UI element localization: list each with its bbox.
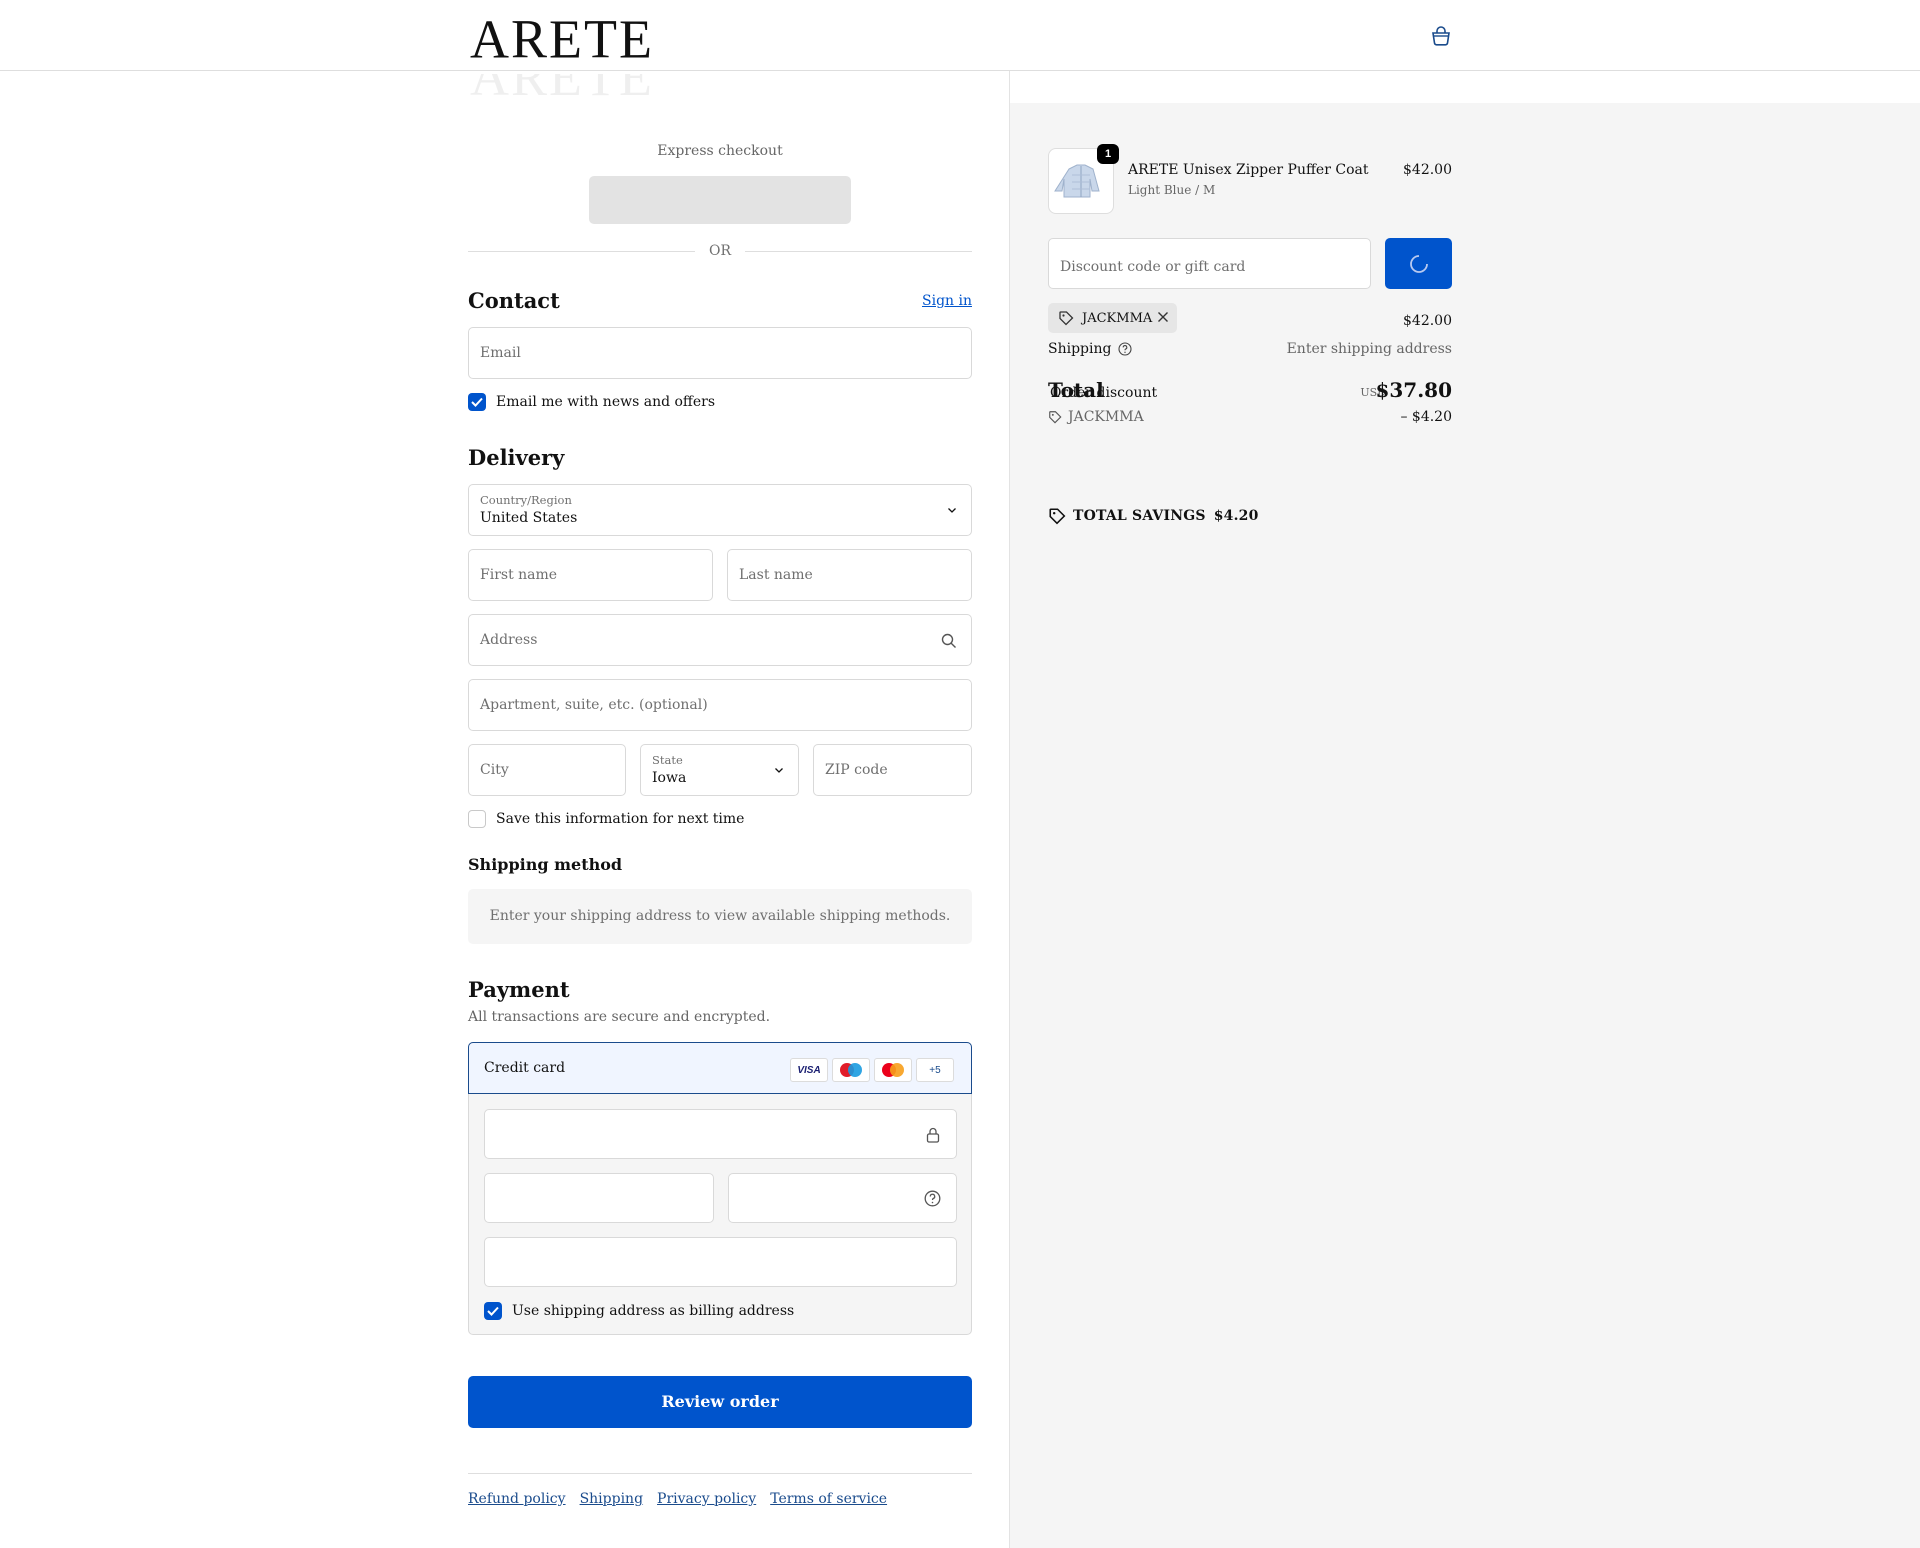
sign-in-link[interactable]: Sign in <box>922 293 972 309</box>
payment-heading: Payment <box>468 977 570 1002</box>
brand-logo[interactable]: ARETE <box>470 7 654 70</box>
shipping-label: Shipping <box>1048 341 1112 357</box>
discount-placeholder: Discount code or gift card <box>1060 259 1246 275</box>
discount-amount: – $4.20 <box>1400 409 1452 425</box>
tag-icon <box>1049 508 1066 525</box>
shopping-bag-icon[interactable] <box>1430 26 1452 46</box>
state-select[interactable]: State Iowa <box>640 744 799 796</box>
product-variant: Light Blue / M <box>1128 183 1216 197</box>
save-info-checkbox[interactable] <box>468 810 486 828</box>
more-cards-badge: +5 <box>916 1058 954 1082</box>
first-name-placeholder: First name <box>480 567 558 583</box>
credit-card-option[interactable]: Credit card VISA +5 <box>468 1042 972 1094</box>
total-savings-value: $4.20 <box>1213 508 1259 524</box>
applied-code-text: JACKMMA <box>1082 310 1153 326</box>
last-name-field[interactable]: Last name <box>727 549 972 601</box>
search-icon <box>941 633 956 648</box>
product-name: ARETE Unisex Zipper Puffer Coat <box>1128 162 1369 178</box>
express-checkout-button[interactable] <box>589 176 851 224</box>
chevron-down-icon <box>948 508 956 513</box>
credit-card-panel: Credit card VISA +5 Use shipping address… <box>468 1042 972 1335</box>
state-value: Iowa <box>652 770 687 786</box>
shipping-method-heading: Shipping method <box>468 855 623 874</box>
state-label: State <box>652 753 683 767</box>
check-icon <box>487 1306 499 1316</box>
total-label: Total <box>1048 378 1104 402</box>
review-order-button[interactable]: Review order <box>468 1376 972 1428</box>
card-number-input[interactable] <box>484 1109 957 1159</box>
billing-checkbox[interactable] <box>484 1302 502 1320</box>
maestro-icon <box>832 1058 870 1082</box>
credit-card-label: Credit card <box>484 1060 566 1076</box>
subtotal-value: $42.00 <box>1403 313 1452 329</box>
total-savings: TOTAL SAVINGS $4.20 <box>1048 507 1259 525</box>
news-checkbox[interactable] <box>468 393 486 411</box>
security-code-input[interactable] <box>728 1173 957 1223</box>
product-price: $42.00 <box>1403 162 1452 178</box>
billing-checkbox-row[interactable]: Use shipping address as billing address <box>484 1302 794 1320</box>
first-name-field[interactable]: First name <box>468 549 713 601</box>
discount-code-input[interactable]: Discount code or gift card <box>1048 238 1371 289</box>
help-icon[interactable] <box>924 1190 941 1207</box>
quantity-badge: 1 <box>1097 144 1119 164</box>
city-field[interactable]: City <box>468 744 626 796</box>
loading-spinner-icon <box>1410 255 1428 273</box>
shipping-link[interactable]: Shipping <box>580 1491 643 1507</box>
check-icon <box>471 397 483 407</box>
terms-of-service-link[interactable]: Terms of service <box>770 1491 887 1507</box>
or-divider: OR <box>468 243 972 259</box>
expiry-input[interactable] <box>484 1173 714 1223</box>
country-value: United States <box>480 510 578 526</box>
mastercard-icon <box>874 1058 912 1082</box>
country-label: Country/Region <box>480 493 572 507</box>
footer-links: Refund policy Shipping Privacy policy Te… <box>468 1491 887 1507</box>
shipping-value: Enter shipping address <box>1286 341 1452 357</box>
address-placeholder: Address <box>480 632 538 648</box>
tag-icon <box>1059 311 1074 326</box>
visa-icon: VISA <box>790 1058 828 1082</box>
name-on-card-input[interactable] <box>484 1237 957 1287</box>
applied-discount-chip: JACKMMA <box>1048 303 1177 333</box>
apartment-field[interactable]: Apartment, suite, etc. (optional) <box>468 679 972 731</box>
shipping-method-info: Enter your shipping address to view avai… <box>468 889 972 944</box>
column-divider <box>1009 71 1010 103</box>
footer-divider <box>468 1473 972 1474</box>
payment-subtitle: All transactions are secure and encrypte… <box>468 1009 771 1025</box>
privacy-policy-link[interactable]: Privacy policy <box>657 1491 756 1507</box>
total-savings-label: TOTAL SAVINGS <box>1073 508 1206 524</box>
chevron-down-icon <box>775 768 783 773</box>
express-checkout-label: Express checkout <box>657 143 783 159</box>
save-info-checkbox-row[interactable]: Save this information for next time <box>468 810 744 828</box>
city-placeholder: City <box>480 762 509 778</box>
email-field[interactable]: Email <box>468 327 972 379</box>
help-icon[interactable] <box>1118 342 1133 356</box>
refund-policy-link[interactable]: Refund policy <box>468 1491 566 1507</box>
contact-heading: Contact <box>468 288 560 313</box>
country-select[interactable]: Country/Region United States <box>468 484 972 536</box>
header: ARETE <box>0 0 1920 71</box>
billing-checkbox-label: Use shipping address as billing address <box>512 1303 795 1319</box>
address-field[interactable]: Address <box>468 614 972 666</box>
apartment-placeholder: Apartment, suite, etc. (optional) <box>480 697 708 713</box>
discount-code-text: JACKMMA <box>1068 409 1144 425</box>
news-checkbox-label: Email me with news and offers <box>496 394 716 410</box>
email-placeholder: Email <box>480 345 521 361</box>
zip-placeholder: ZIP code <box>825 762 888 778</box>
total-value: $37.80 <box>1375 378 1452 402</box>
tag-icon <box>1049 411 1062 424</box>
news-checkbox-row[interactable]: Email me with news and offers <box>468 393 715 411</box>
zip-field[interactable]: ZIP code <box>813 744 972 796</box>
last-name-placeholder: Last name <box>739 567 813 583</box>
apply-discount-button[interactable] <box>1385 238 1452 289</box>
save-info-label: Save this information for next time <box>496 811 745 827</box>
close-icon[interactable] <box>1157 311 1169 323</box>
delivery-heading: Delivery <box>468 445 565 470</box>
or-text: OR <box>708 243 732 259</box>
lock-icon <box>926 1127 940 1143</box>
